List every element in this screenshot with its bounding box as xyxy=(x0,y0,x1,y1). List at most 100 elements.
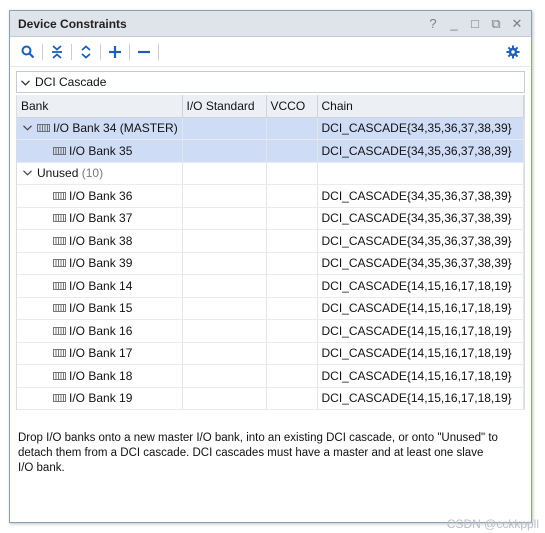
chain-cell: DCI_CASCADE{14,15,16,17,18,19} xyxy=(317,387,524,410)
float-icon[interactable]: ⧉ xyxy=(490,16,502,31)
io-standard-cell xyxy=(182,297,267,320)
gear-icon[interactable] xyxy=(501,40,525,64)
chevron-down-icon xyxy=(21,75,30,89)
vcco-cell xyxy=(266,297,318,320)
table-row[interactable]: I/O Bank 37 DCI_CASCADE{34,35,36,37,38,39… xyxy=(17,207,524,230)
bank-name: I/O Bank 39 xyxy=(69,256,133,271)
column-header-chain[interactable]: Chain xyxy=(317,95,524,118)
toolbar-divider xyxy=(129,43,130,60)
io-bank-icon xyxy=(53,281,66,290)
unused-group-label: Unused xyxy=(37,166,79,181)
vcco-cell xyxy=(266,319,318,343)
column-header-io-standard[interactable]: I/O Standard xyxy=(182,95,267,118)
toolbar-divider xyxy=(71,43,72,60)
maximize-icon[interactable]: □ xyxy=(469,16,481,31)
close-icon[interactable]: ✕ xyxy=(511,16,523,31)
chevron-down-icon[interactable] xyxy=(21,170,33,176)
vcco-cell xyxy=(266,274,318,298)
table-row-unused-group[interactable]: Unused (10) xyxy=(17,162,524,185)
dci-cascade-label: DCI Cascade xyxy=(35,75,107,89)
help-text-line: Drop I/O banks onto a new master I/O ban… xyxy=(18,432,498,444)
column-header-bank[interactable]: Bank xyxy=(17,95,183,118)
bank-name: I/O Bank 18 xyxy=(69,368,133,383)
chain-cell: DCI_CASCADE{34,35,36,37,38,39} xyxy=(317,184,524,208)
vcco-cell xyxy=(266,139,318,163)
help-text-line: I/O bank. xyxy=(18,462,65,474)
io-bank-icon xyxy=(53,349,66,358)
vcco-cell xyxy=(266,162,318,185)
chain-cell: DCI_CASCADE{34,35,36,37,38,39} xyxy=(317,139,524,163)
bank-name: I/O Bank 15 xyxy=(69,301,133,316)
table-row[interactable]: I/O Bank 39 DCI_CASCADE{34,35,36,37,38,39… xyxy=(17,252,524,275)
table-row[interactable]: I/O Bank 16 DCI_CASCADE{14,15,16,17,18,19… xyxy=(17,319,524,343)
device-constraints-window: Device Constraints ? _ □ ⧉ ✕ DCI Cascade… xyxy=(9,10,532,523)
io-standard-cell xyxy=(182,319,267,343)
table-row[interactable]: I/O Bank 38 DCI_CASCADE{34,35,36,37,38,39… xyxy=(17,229,524,253)
bank-name: I/O Bank 37 xyxy=(69,211,133,226)
toolbar-divider xyxy=(42,43,43,60)
io-bank-icon xyxy=(37,124,50,133)
add-icon[interactable] xyxy=(103,40,127,64)
vcco-cell xyxy=(266,207,318,230)
help-icon[interactable]: ? xyxy=(427,16,439,31)
chain-cell: DCI_CASCADE{14,15,16,17,18,19} xyxy=(317,319,524,343)
expand-all-icon[interactable] xyxy=(74,40,98,64)
io-standard-cell xyxy=(182,364,267,388)
chain-cell: DCI_CASCADE{34,35,36,37,38,39} xyxy=(317,117,524,140)
table-row[interactable]: I/O Bank 14 DCI_CASCADE{14,15,16,17,18,19… xyxy=(17,274,524,298)
chain-cell: DCI_CASCADE{14,15,16,17,18,19} xyxy=(317,364,524,388)
io-standard-cell xyxy=(182,274,267,298)
io-bank-icon xyxy=(53,146,66,155)
io-standard-cell xyxy=(182,162,267,185)
table-row[interactable]: I/O Bank 15 DCI_CASCADE{14,15,16,17,18,19… xyxy=(17,297,524,320)
io-standard-cell xyxy=(182,117,267,140)
io-standard-cell xyxy=(182,139,267,163)
dci-cascade-selector[interactable]: DCI Cascade xyxy=(16,71,525,93)
remove-icon[interactable] xyxy=(132,40,156,64)
column-header-vcco[interactable]: VCCO xyxy=(266,95,318,118)
toolbar-divider xyxy=(100,43,101,60)
io-bank-icon xyxy=(53,236,66,245)
bank-name: I/O Bank 14 xyxy=(69,278,133,293)
chain-cell: DCI_CASCADE{14,15,16,17,18,19} xyxy=(317,297,524,320)
io-bank-icon xyxy=(53,259,66,268)
vcco-cell xyxy=(266,252,318,275)
help-text-line: detach them from a DCI cascade. DCI casc… xyxy=(18,447,484,459)
io-standard-cell xyxy=(182,387,267,410)
bank-name: I/O Bank 19 xyxy=(69,391,133,406)
table-row-master[interactable]: I/O Bank 34 (MASTER) DCI_CASCADE{34,35,3… xyxy=(17,117,524,140)
vcco-cell xyxy=(266,117,318,140)
chain-cell: DCI_CASCADE{34,35,36,37,38,39} xyxy=(317,252,524,275)
io-bank-icon xyxy=(53,394,66,403)
vcco-cell xyxy=(266,342,318,365)
toolbar-divider xyxy=(158,43,159,60)
io-standard-cell xyxy=(182,252,267,275)
vcco-cell xyxy=(266,229,318,253)
constraints-table: Bank I/O Standard VCCO Chain I/O Bank 34… xyxy=(16,95,525,410)
table-row-slave[interactable]: I/O Bank 35 DCI_CASCADE{34,35,36,37,38,3… xyxy=(17,139,524,163)
table-row[interactable]: I/O Bank 36 DCI_CASCADE{34,35,36,37,38,39… xyxy=(17,184,524,208)
io-standard-cell xyxy=(182,342,267,365)
bank-name: I/O Bank 35 xyxy=(69,143,133,158)
minimize-icon[interactable]: _ xyxy=(448,16,460,31)
chevron-down-icon[interactable] xyxy=(21,125,33,131)
io-bank-icon xyxy=(53,326,66,335)
unused-count: (10) xyxy=(81,166,104,181)
io-bank-icon xyxy=(53,191,66,200)
watermark: CSDN @cckkppll xyxy=(446,517,539,531)
bank-name: I/O Bank 36 xyxy=(69,188,133,203)
chain-cell: DCI_CASCADE{34,35,36,37,38,39} xyxy=(317,229,524,253)
chain-cell: DCI_CASCADE{14,15,16,17,18,19} xyxy=(317,342,524,365)
table-row[interactable]: I/O Bank 19 DCI_CASCADE{14,15,16,17,18,19… xyxy=(17,387,524,410)
title-bar: Device Constraints ? _ □ ⧉ ✕ xyxy=(10,11,531,37)
chain-cell xyxy=(317,162,524,185)
io-standard-cell xyxy=(182,207,267,230)
table-row[interactable]: I/O Bank 18 DCI_CASCADE{14,15,16,17,18,19… xyxy=(17,364,524,388)
collapse-all-icon[interactable] xyxy=(45,40,69,64)
table-row[interactable]: I/O Bank 17 DCI_CASCADE{14,15,16,17,18,19… xyxy=(17,342,524,365)
bank-name: I/O Bank 38 xyxy=(69,233,133,248)
window-title: Device Constraints xyxy=(18,16,127,31)
toolbar xyxy=(10,37,531,67)
search-icon[interactable] xyxy=(16,40,40,64)
chain-cell: DCI_CASCADE{14,15,16,17,18,19} xyxy=(317,274,524,298)
